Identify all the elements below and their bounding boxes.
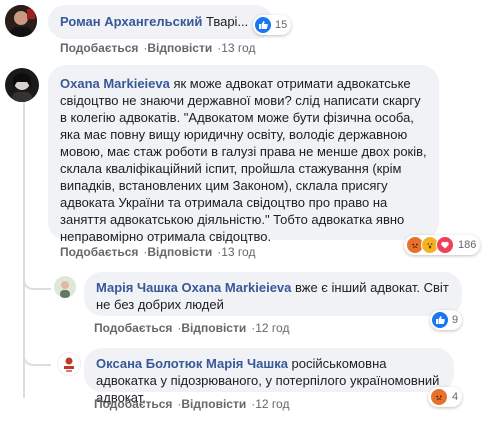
avatar[interactable]	[5, 68, 39, 102]
reply-time[interactable]: 12 год	[255, 321, 289, 335]
like-reaction-icon	[255, 17, 271, 33]
reply-bubble: Оксана Болотюк Марія Чашка російськомовн…	[84, 348, 454, 405]
avatar[interactable]	[57, 352, 81, 376]
reply-actions: Подобається ·Відповісти ·12 год	[94, 321, 290, 335]
comment-text: як може адвокат отримати адвокатське сві…	[60, 76, 427, 244]
comment-text: Тварі...	[202, 14, 249, 29]
reaction-count[interactable]: 9	[430, 310, 463, 330]
like-button[interactable]: Подобається	[94, 397, 172, 411]
reply-button[interactable]: Відповісти	[147, 41, 212, 55]
angry-reaction-icon	[430, 388, 448, 406]
like-button[interactable]: Подобається	[60, 245, 138, 259]
reaction-number: 9	[452, 314, 459, 326]
avatar[interactable]	[5, 5, 37, 37]
like-button[interactable]: Подобається	[60, 41, 138, 55]
reply-mention[interactable]: Марія Чашка	[206, 356, 288, 371]
reaction-count[interactable]: 4	[428, 387, 463, 407]
avatar[interactable]	[54, 276, 76, 298]
comment-author[interactable]: Oxana Markieieva	[60, 76, 170, 91]
comment-bubble: Роман Архангельский Тварі...	[48, 5, 273, 39]
reply-author[interactable]: Оксана Болотюк	[96, 356, 202, 371]
reply-button[interactable]: Відповісти	[181, 321, 246, 335]
reaction-count[interactable]: 186	[404, 235, 481, 255]
reaction-number: 4	[452, 391, 459, 403]
reaction-number: 186	[458, 239, 477, 251]
reply-button[interactable]: Відповісти	[147, 245, 212, 259]
comment-bubble: Oxana Markieieva як може адвокат отримат…	[48, 65, 439, 244]
reply-author[interactable]: Марія Чашка	[96, 280, 178, 295]
comment-actions: Подобається ·Відповісти ·13 год	[60, 41, 256, 55]
love-reaction-icon	[436, 236, 454, 254]
comment-author[interactable]: Роман Архангельский	[60, 14, 202, 29]
reply-mention[interactable]: Oxana Markieieva	[182, 280, 292, 295]
reaction-count[interactable]: 15	[253, 15, 292, 35]
like-reaction-icon	[432, 312, 448, 328]
comment-actions: Подобається ·Відповісти ·13 год	[60, 245, 256, 259]
reply-actions: Подобається ·Відповісти ·12 год	[94, 397, 290, 411]
comment-time[interactable]: 13 год	[221, 245, 255, 259]
reply-button[interactable]: Відповісти	[181, 397, 246, 411]
comment-time[interactable]: 13 год	[221, 41, 255, 55]
reply-bubble: Марія Чашка Oxana Markieieva вже є інший…	[84, 272, 462, 316]
reply-connector	[23, 340, 51, 366]
reaction-number: 15	[275, 19, 288, 31]
like-button[interactable]: Подобається	[94, 321, 172, 335]
reply-connector	[23, 264, 51, 290]
reply-time[interactable]: 12 год	[255, 397, 289, 411]
